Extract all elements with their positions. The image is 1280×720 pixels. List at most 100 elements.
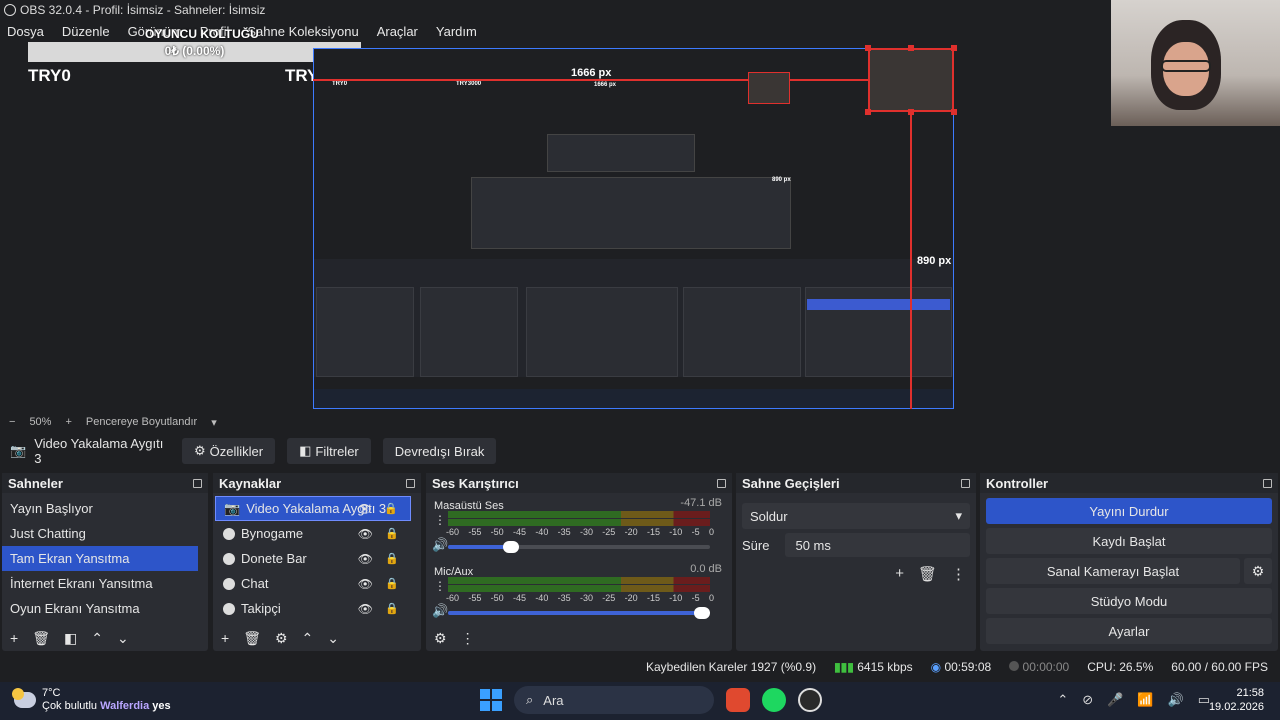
selected-webcam-source[interactable]	[868, 48, 954, 112]
resize-handle-bl[interactable]	[865, 109, 871, 115]
chevron-up-icon[interactable]: ⌃	[1057, 692, 1068, 708]
sources-title: Kaynaklar	[219, 475, 282, 491]
lock-icon[interactable]: 🔒	[385, 527, 399, 540]
taskbar-clock[interactable]: 21:58 19.02.2026	[1209, 686, 1264, 714]
active-source-name: Video Yakalama Aygıtı 3	[34, 436, 164, 466]
more-vertical-icon[interactable]: ⋮	[434, 513, 446, 527]
start-record-button[interactable]: Kaydı Başlat	[986, 528, 1272, 554]
scenes-title: Sahneler	[8, 475, 63, 491]
chevron-down-icon[interactable]: ▾	[211, 416, 217, 429]
popout-icon[interactable]	[193, 478, 202, 488]
virtual-camera-button[interactable]: Sanal Kamerayı Başlat	[986, 558, 1240, 584]
volume-slider[interactable]	[448, 541, 710, 553]
move-up-icon[interactable]: ⌃	[302, 630, 314, 647]
network-off-icon[interactable]: ⊘	[1082, 692, 1093, 708]
more-vertical-icon[interactable]: ⋮	[434, 579, 446, 593]
volume-slider[interactable]	[448, 607, 711, 619]
scene-item[interactable]: İnternet Ekranı Yansıtma	[2, 571, 198, 596]
gear-icon[interactable]: ⚙	[1244, 558, 1272, 584]
properties-button[interactable]: ⚙ Özellikler	[182, 438, 276, 464]
menu-help[interactable]: Yardım	[436, 24, 477, 39]
stop-stream-button[interactable]: Yayını Durdur	[986, 498, 1272, 524]
obs-logo-icon	[4, 4, 16, 16]
nested-preview-source[interactable]: TRY0 TRY3000 1666 px 890 px	[313, 48, 954, 409]
eye-icon[interactable]: 👁	[357, 502, 372, 516]
obs-taskbar-icon[interactable]	[798, 688, 822, 712]
filters-button[interactable]: ◧ Filtreler	[287, 438, 371, 464]
studio-mode-button[interactable]: Stüdyo Modu	[986, 588, 1272, 614]
popout-icon[interactable]	[961, 478, 970, 488]
wifi-icon[interactable]: 📶	[1137, 692, 1153, 708]
menu-tools[interactable]: Araçlar	[377, 24, 418, 39]
zoom-in-button[interactable]: +	[65, 416, 71, 428]
settings-button[interactable]: Ayarlar	[986, 618, 1272, 644]
menu-scene-collection[interactable]: Sahne Koleksiyonu	[247, 24, 358, 39]
add-icon[interactable]: +	[895, 565, 904, 583]
source-item[interactable]: Donete Bar 👁 🔒	[215, 546, 411, 571]
nested-width-label: 1666 px	[594, 82, 617, 88]
lock-icon[interactable]: 🔒	[384, 502, 398, 515]
more-vertical-icon[interactable]: ⋮	[951, 565, 966, 583]
tick: -15	[646, 527, 660, 537]
zoom-out-button[interactable]: −	[9, 416, 15, 428]
microphone-icon[interactable]: 🎤	[1107, 692, 1123, 708]
source-item[interactable]: Bynogame 👁 🔒	[215, 521, 411, 546]
add-icon[interactable]: +	[10, 630, 18, 646]
duration-input[interactable]: 50 ms	[785, 533, 970, 557]
volume-knob[interactable]	[694, 607, 711, 619]
volume-knob[interactable]	[502, 541, 519, 553]
menu-edit[interactable]: Düzenle	[62, 24, 110, 39]
stream-time: ◉ 00:59:08	[931, 660, 992, 674]
more-vertical-icon[interactable]: ⋮	[461, 630, 475, 647]
popout-icon[interactable]	[406, 478, 415, 488]
source-item-selected[interactable]: 📷 Video Yakalama Aygıtı 3 👁 🔒	[215, 496, 411, 521]
mixer-title: Ses Karıştırıcı	[432, 475, 519, 491]
eye-icon[interactable]: 👁	[358, 552, 373, 566]
popout-icon[interactable]	[717, 478, 726, 488]
lock-icon[interactable]: 🔒	[385, 577, 399, 590]
eye-icon[interactable]: 👁	[358, 602, 373, 616]
scene-item[interactable]: Yayın Başlıyor	[2, 496, 198, 521]
resize-handle-b[interactable]	[908, 109, 914, 115]
add-icon[interactable]: +	[221, 630, 229, 646]
speaker-icon[interactable]: 🔊	[432, 537, 448, 553]
transition-select[interactable]: Soldur ▾	[742, 503, 970, 529]
properties-label: Özellikler	[209, 443, 264, 459]
eye-icon[interactable]: 👁	[358, 527, 373, 541]
move-up-icon[interactable]: ⌃	[91, 630, 103, 647]
move-down-icon[interactable]: ⌄	[117, 630, 129, 647]
trash-icon[interactable]: 🗑	[32, 630, 50, 647]
move-down-icon[interactable]: ⌄	[327, 630, 339, 647]
speaker-icon[interactable]: 🔊	[432, 603, 448, 619]
resize-handle-t[interactable]	[908, 45, 914, 51]
gear-icon[interactable]: ⚙	[275, 630, 288, 647]
tick: -35	[557, 527, 571, 537]
scene-item[interactable]: Just Chatting	[2, 521, 198, 546]
resize-handle-tr[interactable]	[951, 45, 957, 51]
scene-item[interactable]: Oyun Ekranı Yansıtma	[2, 596, 198, 621]
advanced-audio-icon[interactable]: ⚙	[434, 630, 447, 647]
filter-icon[interactable]: ◧	[64, 630, 77, 647]
lock-icon[interactable]: 🔒	[385, 552, 399, 565]
trash-icon[interactable]: 🗑	[918, 565, 937, 583]
taskbar-search[interactable]: ⌕ Ara	[514, 686, 714, 714]
trash-icon[interactable]: 🗑	[243, 630, 261, 647]
source-item[interactable]: Chat 👁 🔒	[215, 571, 411, 596]
windows-start-icon[interactable]	[480, 689, 502, 711]
fit-to-window-label[interactable]: Pencereye Boyutlandır	[86, 416, 197, 428]
volume-icon[interactable]: 🔊	[1168, 692, 1184, 708]
resize-handle-br[interactable]	[951, 109, 957, 115]
spotify-icon[interactable]	[762, 688, 786, 712]
lock-icon[interactable]: 🔒	[385, 602, 399, 615]
menu-file[interactable]: Dosya	[7, 24, 44, 39]
eye-icon[interactable]: 👁	[358, 577, 373, 591]
scene-item-selected[interactable]: Tam Ekran Yansıtma	[2, 546, 198, 571]
popout-icon[interactable]	[1263, 478, 1272, 488]
zoom-value: 50%	[29, 416, 52, 428]
deactivate-button[interactable]: Devredışı Bırak	[382, 438, 497, 464]
resize-handle-tl[interactable]	[865, 45, 871, 51]
weather-widget[interactable]: 7°C Çok bulutlu Walferdia yes	[12, 687, 171, 713]
camera-icon: 📷	[10, 443, 27, 458]
brave-browser-icon[interactable]	[726, 688, 750, 712]
source-item[interactable]: Takipçi 👁 🔒	[215, 596, 411, 621]
